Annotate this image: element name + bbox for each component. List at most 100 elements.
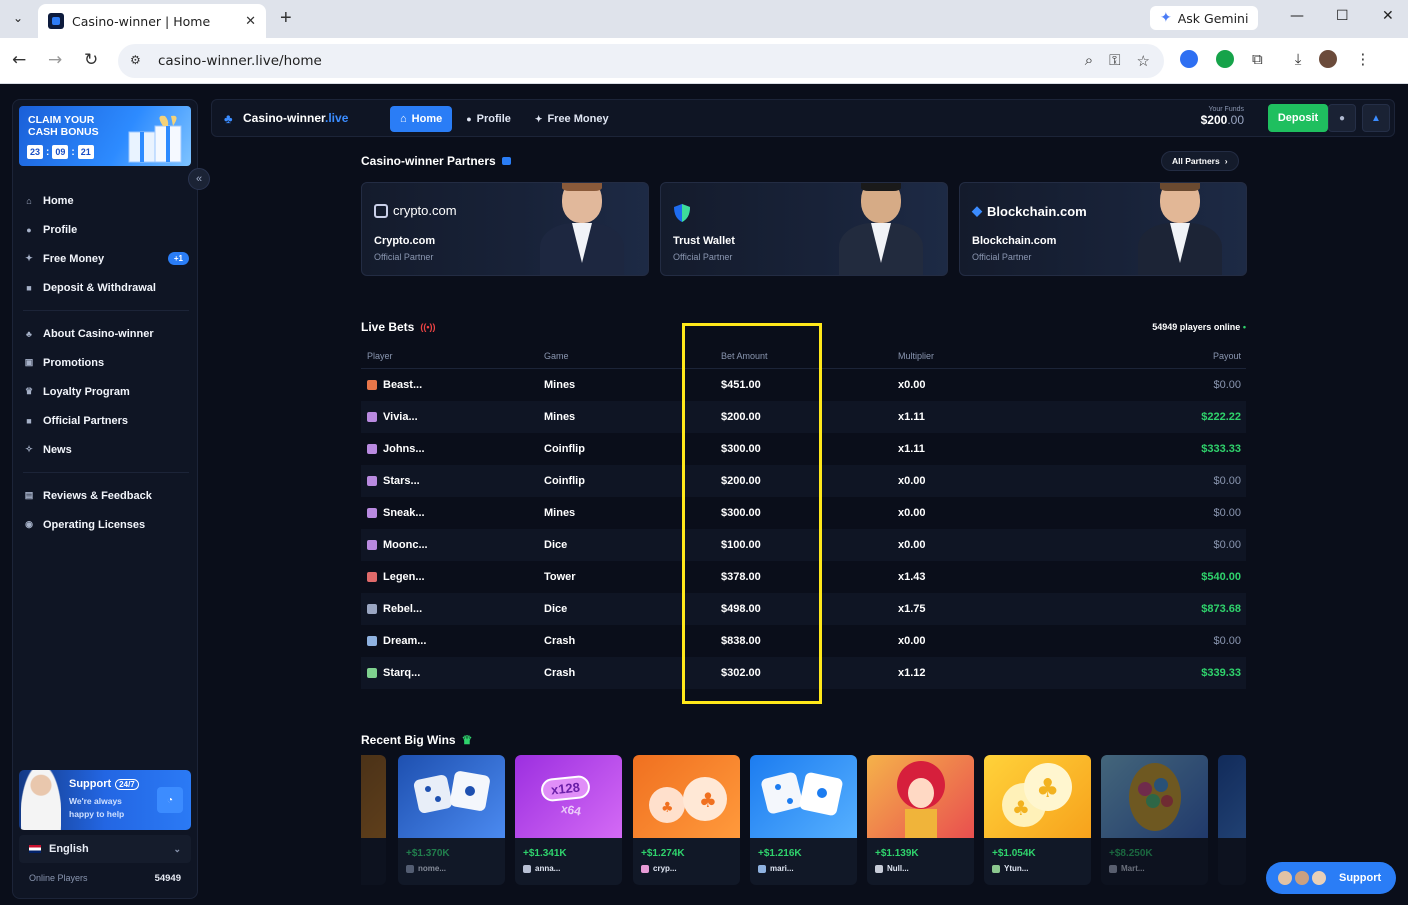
partner-card-trust-wallet[interactable]: Trust Wallet Official Partner [660, 182, 948, 276]
sidebar-item-deposit-withdrawal[interactable]: ■ Deposit & Withdrawal [23, 273, 189, 302]
win-card[interactable]: +$1.139K Null... [867, 755, 974, 885]
dice-game-thumbnail [398, 755, 505, 838]
player-cell[interactable]: Vivia... [361, 411, 544, 423]
top-header: ♣ Casino-winner.live ⌂ Home ● Profile ✦ … [211, 99, 1395, 137]
forward-arrow-icon[interactable]: → [48, 50, 62, 70]
new-tab-icon[interactable]: + [280, 7, 292, 30]
player-cell[interactable]: Legen... [361, 571, 544, 583]
timer-seconds: 21 [77, 145, 94, 159]
header-tab-profile[interactable]: ● Profile [456, 106, 521, 132]
sidebar-item-official-partners[interactable]: ■ Official Partners [23, 406, 189, 435]
ask-gemini-button[interactable]: ✦ Ask Gemini [1150, 6, 1259, 30]
partner-ceo-photo [540, 183, 624, 275]
sidebar-item-label: Promotions [43, 356, 105, 369]
briefcase-icon: ■ [26, 415, 32, 426]
sidebar-item-news[interactable]: ✧ News [23, 435, 189, 464]
deposit-button[interactable]: Deposit [1268, 104, 1328, 132]
sidebar-item-home[interactable]: ⌂ Home [23, 186, 189, 215]
sidebar-item-profile[interactable]: ● Profile [23, 215, 189, 244]
back-arrow-icon[interactable]: ← [12, 50, 26, 70]
browser-tab[interactable]: Casino-winner | Home ✕ [38, 4, 266, 38]
win-card[interactable]: ♣ ♣ +$1.054K Ytun... [984, 755, 1091, 885]
chat-bubble-icon[interactable]: ◔ [157, 787, 183, 813]
cryptocom-shield-icon [374, 203, 388, 218]
address-bar[interactable]: ⚙ casino-winner.live/home ⌕ ⚿ ☆ [118, 44, 1164, 78]
extensions-puzzle-icon[interactable]: ⧉ [1252, 51, 1263, 68]
password-key-icon[interactable]: ⚿ [1109, 52, 1120, 70]
all-partners-button[interactable]: All Partners › [1161, 151, 1239, 171]
user-icon: ● [466, 114, 472, 124]
win-card[interactable]: +$1.370K nome... [398, 755, 505, 885]
win-user: Mart... [1109, 864, 1145, 873]
header-tab-home[interactable]: ⌂ Home [390, 106, 453, 132]
user-account-icon[interactable]: ● [1328, 104, 1356, 132]
sidebar-item-licenses[interactable]: ◉ Operating Licenses [23, 510, 189, 539]
player-cell[interactable]: Rebel... [361, 603, 544, 615]
tab-close-icon[interactable]: ✕ [245, 13, 256, 29]
win-card[interactable]: +$1.216K mari... [750, 755, 857, 885]
partner-card-blockchain[interactable]: ◆ Blockchain.com Blockchain.com Official… [959, 182, 1247, 276]
bookmark-star-icon[interactable]: ☆ [1137, 52, 1150, 70]
partner-ceo-photo [839, 183, 923, 275]
language-label: English [49, 843, 89, 855]
reload-icon[interactable]: ↻ [84, 50, 98, 70]
gemini-label: Ask Gemini [1177, 10, 1249, 26]
player-cell[interactable]: Stars... [361, 475, 544, 487]
player-cell[interactable]: Dream... [361, 635, 544, 647]
browser-menu-icon[interactable]: ⋮ [1355, 50, 1370, 68]
support-agent-avatar [1310, 869, 1328, 887]
language-selector[interactable]: English ⌄ [19, 835, 191, 863]
partner-name: Trust Wallet [673, 235, 735, 247]
win-username: nome... [418, 864, 447, 873]
win-amount: +$1.216K [758, 848, 802, 859]
profile-avatar[interactable] [1319, 50, 1338, 68]
header-tab-free-money[interactable]: ✦ Free Money [525, 106, 619, 132]
maximize-icon[interactable]: ☐ [1336, 8, 1349, 24]
player-name: Sneak... [383, 507, 425, 519]
site-logo[interactable]: ♣ Casino-winner.live [224, 111, 348, 125]
sidebar-item-label: Free Money [43, 252, 105, 265]
player-cell[interactable]: Beast... [361, 379, 544, 391]
notification-bell-icon[interactable]: ▲ [1362, 104, 1390, 132]
player-cell[interactable]: Starq... [361, 667, 544, 679]
support-card[interactable]: Support 24/7 We're always happy to help … [19, 770, 191, 830]
player-cell[interactable]: Johns... [361, 443, 544, 455]
player-cell[interactable]: Moonc... [361, 539, 544, 551]
tab-search-chevron-icon[interactable]: ⌄ [6, 6, 30, 30]
zoom-icon[interactable]: ⌕ [1085, 52, 1093, 70]
divider [23, 472, 189, 473]
win-card[interactable]: x128 x64 +$1.341K anna... [515, 755, 622, 885]
multiplier-cell: x1.43 [898, 571, 926, 583]
license-icon: ◉ [25, 519, 33, 529]
extension-icon[interactable] [1180, 50, 1198, 68]
minimize-icon[interactable]: — [1290, 8, 1304, 24]
sidebar-item-promotions[interactable]: ▣ Promotions [23, 348, 189, 377]
site-settings-icon[interactable]: ⚙ [130, 53, 146, 69]
download-icon[interactable]: ⤓ [1295, 51, 1302, 68]
cash-bonus-banner[interactable]: CLAIM YOUR CASH BONUS 23 : 09 : 21 [19, 106, 191, 166]
win-card[interactable]: +$8.250K Mart... [1101, 755, 1208, 885]
win-card-partial[interactable] [1218, 755, 1246, 885]
support-chat-button[interactable]: Support [1266, 862, 1396, 894]
win-username: mari... [770, 864, 794, 873]
win-card-partial[interactable] [361, 755, 386, 885]
close-window-icon[interactable]: ✕ [1382, 8, 1394, 24]
partner-card-cryptocom[interactable]: crypto.com Crypto.com Official Partner [361, 182, 649, 276]
grammarly-icon[interactable] [1216, 50, 1234, 68]
win-amount: +$1.370K [406, 848, 450, 859]
sidebar-item-about[interactable]: ♣ About Casino-winner [23, 319, 189, 348]
news-icon: ✧ [25, 444, 33, 454]
sidebar-item-label: News [43, 443, 72, 456]
svg-text:♣: ♣ [1036, 774, 1059, 804]
url-text[interactable]: casino-winner.live/home [158, 53, 322, 69]
player-name: Legen... [383, 571, 425, 583]
sidebar-item-reviews[interactable]: ▤ Reviews & Feedback [23, 481, 189, 510]
svg-text:♣: ♣ [661, 800, 674, 816]
player-cell[interactable]: Sneak... [361, 507, 544, 519]
sidebar-item-free-money[interactable]: ✦ Free Money +1 [23, 244, 189, 273]
sidebar-item-loyalty[interactable]: ♛ Loyalty Program [23, 377, 189, 406]
win-card[interactable]: ♣ ♣ +$1.274K cryp... [633, 755, 740, 885]
collapse-sidebar-button[interactable]: « [188, 168, 210, 190]
logo-text: Casino-winner [243, 111, 326, 125]
crash-multiplier-label: x128 [539, 774, 591, 803]
